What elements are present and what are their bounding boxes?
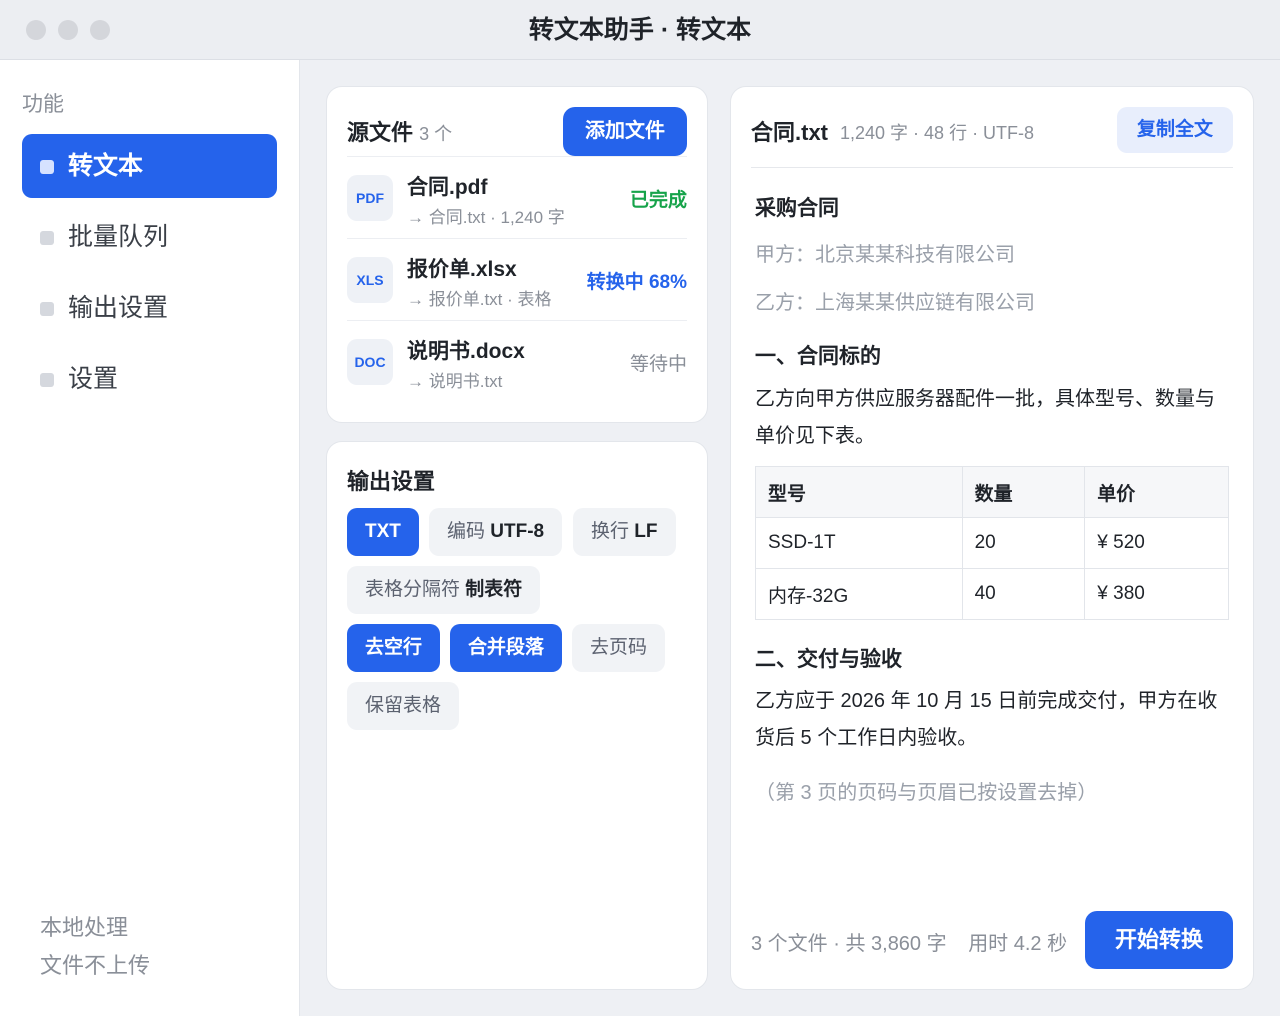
table-separator-chip[interactable]: 表格分隔符 制表符 <box>347 566 541 614</box>
table-row: 内存-32G 40 ¥ 380 <box>755 568 1229 620</box>
sidebar-item-batch-queue[interactable]: 批量队列 <box>22 205 277 269</box>
preview-card: 合同.txt 1,240 字 · 48 行 · UTF-8 复制全文 采购合同 … <box>730 86 1254 990</box>
doc-section2-line2: 货后 5 个工作日内验收。 <box>755 727 978 749</box>
nav-square-icon <box>40 160 54 174</box>
sidebar-heading: 功能 <box>22 93 64 116</box>
nav-square-icon <box>40 302 54 316</box>
preview-file-meta: 1,240 字 · 48 行 · UTF-8 <box>840 123 1035 143</box>
sidebar-item-output-settings[interactable]: 输出设置 <box>22 276 277 340</box>
output-settings-card: 输出设置 TXT 编码 UTF-8 换行 LF 表格分隔符 制表符 去空行 合并… <box>326 441 708 990</box>
sidebar: 功能 转文本 批量队列 输出设置 设置 本地处理 文件不上传 <box>0 60 300 1016</box>
doc-title: 采购合同 <box>755 197 839 220</box>
table-header-quantity: 数量 <box>961 466 1086 518</box>
separator-label: 表格分隔符 <box>365 579 461 600</box>
newline-chip[interactable]: 换行 LF <box>573 508 676 556</box>
source-files-title: 源文件 3 个 <box>347 115 452 147</box>
preview-file-name: 合同.txt <box>751 120 829 145</box>
encoding-chip[interactable]: 编码 UTF-8 <box>429 508 563 556</box>
table-row: SSD-1T 20 ¥ 520 <box>755 517 1229 569</box>
copy-all-button[interactable]: 复制全文 <box>1117 107 1233 153</box>
add-file-button[interactable]: 添加文件 <box>563 107 687 156</box>
summary-elapsed: 用时 4.2 秒 <box>968 933 1068 955</box>
option-remove-blank-lines[interactable]: 去空行 <box>347 624 441 672</box>
preview-divider <box>751 167 1233 168</box>
newline-label: 换行 <box>591 521 630 542</box>
sidebar-item-label: 转文本 <box>68 152 144 180</box>
doc-section1-line1: 乙方向甲方供应服务器配件一批，具体型号、数量与 <box>755 388 1215 410</box>
output-settings-title: 输出设置 <box>347 469 436 494</box>
file-name: 合同.pdf <box>407 176 488 199</box>
doc-file-icon: DOC <box>347 339 393 385</box>
sidebar-item-settings[interactable]: 设置 <box>22 347 277 411</box>
doc-section2-title: 二、交付与验收 <box>755 648 902 671</box>
option-keep-tables[interactable]: 保留表格 <box>347 682 460 730</box>
file-output: → 合同.txt · 1,240 字 <box>407 208 565 227</box>
separator-value: 制表符 <box>465 579 523 600</box>
doc-section2-line1: 乙方应于 2026 年 10 月 15 日前完成交付，甲方在收 <box>755 690 1218 712</box>
file-output: → 报价单.txt · 表格 <box>407 290 552 309</box>
source-files-title-text: 源文件 <box>347 120 414 145</box>
encoding-label: 编码 <box>447 521 486 542</box>
table-cell: ¥ 520 <box>1084 517 1229 569</box>
newline-value: LF <box>634 521 658 542</box>
table-header-row: 型号 数量 单价 <box>755 466 1229 518</box>
table-cell: ¥ 380 <box>1084 568 1229 620</box>
table-cell: 40 <box>961 568 1086 620</box>
source-files-card: 源文件 3 个 添加文件 PDF 合同.pdf → 合同.txt · 1,240… <box>326 86 708 423</box>
nav-square-icon <box>40 373 54 387</box>
file-status-waiting: 等待中 <box>629 354 687 375</box>
start-convert-button[interactable]: 开始转换 <box>1085 911 1233 969</box>
encoding-value: UTF-8 <box>490 521 545 542</box>
sidebar-item-convert[interactable]: 转文本 <box>22 134 277 198</box>
file-status-converting: 转换中 68% <box>586 272 687 293</box>
pdf-file-icon: PDF <box>347 175 393 221</box>
sidebar-item-label: 设置 <box>68 365 119 393</box>
doc-party-a: 甲方：北京某某科技有限公司 <box>755 244 1015 266</box>
doc-section1-line2: 单价见下表。 <box>755 425 875 447</box>
doc-section1-title: 一、合同标的 <box>755 345 881 368</box>
conversion-summary: 3 个文件 · 共 3,860 字 用时 4.2 秒 <box>751 927 1067 956</box>
sidebar-footer-no-upload: 文件不上传 <box>40 953 151 978</box>
file-name: 说明书.docx <box>407 340 525 363</box>
sidebar-item-label: 批量队列 <box>68 223 169 251</box>
file-row-docx[interactable]: DOC 说明书.docx → 说明书.txt 等待中 <box>347 320 687 402</box>
table-cell: 20 <box>961 517 1086 569</box>
file-row-xlsx[interactable]: XLS 报价单.xlsx → 报价单.txt · 表格 转换中 68% <box>347 238 687 320</box>
summary-files: 3 个文件 · 共 3,860 字 <box>751 933 947 955</box>
table-header-model: 型号 <box>755 466 963 518</box>
option-remove-page-numbers[interactable]: 去页码 <box>572 624 666 672</box>
option-merge-paragraphs[interactable]: 合并段落 <box>450 624 563 672</box>
file-status-done: 已完成 <box>629 190 687 211</box>
file-name: 报价单.xlsx <box>407 258 517 281</box>
title-bar: 转文本助手 · 转文本 <box>0 0 1280 60</box>
doc-party-b: 乙方：上海某某供应链有限公司 <box>755 292 1035 314</box>
sidebar-item-label: 输出设置 <box>68 294 169 322</box>
nav-square-icon <box>40 231 54 245</box>
doc-table: 型号 数量 单价 SSD-1T 20 ¥ 520 内存-32G 40 ¥ 380 <box>755 466 1229 620</box>
xls-file-icon: XLS <box>347 257 393 303</box>
table-cell: 内存-32G <box>755 568 963 620</box>
file-row-pdf[interactable]: PDF 合同.pdf → 合同.txt · 1,240 字 已完成 <box>347 156 687 238</box>
file-output: → 说明书.txt <box>407 372 503 391</box>
table-cell: SSD-1T <box>755 517 963 569</box>
format-txt-chip[interactable]: TXT <box>347 508 419 556</box>
window-title: 转文本助手 · 转文本 <box>528 16 752 44</box>
table-header-price: 单价 <box>1084 466 1229 518</box>
doc-note: （第 3 页的页码与页眉已按设置去掉） <box>755 782 1098 804</box>
source-files-count: 3 个 <box>419 124 453 144</box>
sidebar-footer-local: 本地处理 <box>40 915 129 940</box>
